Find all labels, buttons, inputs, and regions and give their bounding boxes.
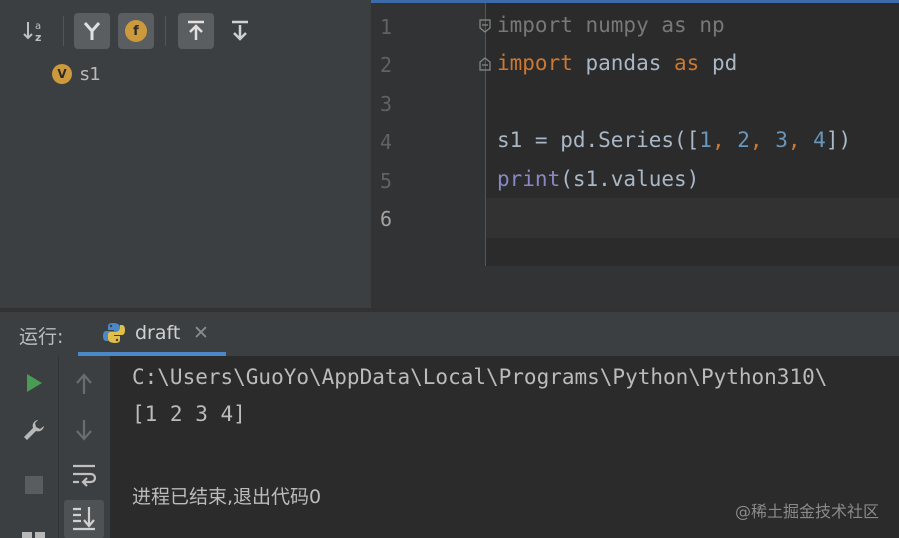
keyword: as — [661, 13, 687, 37]
toolbar-separator — [63, 16, 64, 46]
structure-item-label: s1 — [80, 63, 101, 85]
console-line: 进程已结束,退出代码0 — [132, 486, 322, 508]
sort-alphabetically-icon[interactable]: a z — [17, 13, 53, 49]
number-literal: 4 — [813, 128, 826, 152]
expand-all-button[interactable] — [178, 13, 214, 49]
arrow-up-icon[interactable] — [73, 372, 95, 396]
run-panel-title: 运行: — [19, 326, 64, 348]
close-icon[interactable]: ✕ — [193, 322, 209, 344]
code-text: (s1.values) — [560, 167, 700, 191]
show-inherited-button[interactable] — [74, 13, 110, 49]
comma: , — [749, 128, 776, 152]
comma: , — [787, 128, 814, 152]
line-number-current: 6 — [380, 207, 393, 231]
arrow-down-icon[interactable] — [73, 418, 95, 442]
keyword: import — [497, 51, 573, 75]
current-line-highlight — [486, 198, 899, 238]
code-text: s1 = pd.Series([ — [497, 128, 700, 152]
collapse-all-button[interactable] — [222, 13, 258, 49]
fold-start-icon[interactable] — [479, 19, 491, 33]
soft-wrap-icon[interactable] — [71, 462, 97, 488]
variable-badge-icon: V — [52, 64, 72, 84]
toolbar-separator — [165, 16, 166, 46]
alias-name: np — [686, 13, 725, 37]
code-line-1: import numpy as np — [497, 13, 725, 37]
structure-item-s1[interactable]: V s1 — [52, 62, 101, 86]
module-name: numpy — [572, 13, 662, 37]
structure-toolbar: a z f — [0, 0, 371, 60]
branch-icon — [83, 22, 101, 40]
expand-all-icon — [188, 20, 204, 40]
keyword: import — [497, 13, 573, 37]
code-text: ]) — [825, 128, 852, 152]
run-tab-label: draft — [135, 322, 181, 344]
line-number: 1 — [380, 15, 393, 39]
console-line: C:\Users\GuoYo\AppData\Local\Programs\Py… — [132, 365, 828, 389]
line-number: 2 — [380, 53, 393, 77]
code-line-5: print(s1.values) — [497, 167, 699, 191]
layout-icon[interactable] — [22, 530, 46, 538]
stop-icon[interactable] — [24, 475, 44, 495]
line-number: 4 — [380, 130, 393, 154]
code-line-4: s1 = pd.Series([1, 2, 3, 4]) — [497, 128, 851, 152]
show-fields-button[interactable]: f — [118, 13, 154, 49]
fold-end-icon[interactable] — [479, 57, 491, 71]
collapse-all-icon — [232, 20, 248, 41]
scroll-to-end-icon — [73, 507, 95, 531]
console-line: [1 2 3 4] — [132, 402, 246, 426]
python-icon — [103, 323, 125, 343]
editor-bottom-area — [371, 266, 899, 308]
builtin-function: print — [497, 167, 561, 191]
line-number: 3 — [380, 92, 393, 116]
number-literal: 2 — [737, 128, 750, 152]
module-name: pandas — [572, 51, 675, 75]
code-line-2: import pandas as pd — [497, 51, 737, 75]
alias-name: pd — [699, 51, 738, 75]
watermark: @稀土掘金技术社区 — [734, 502, 879, 521]
field-badge-icon: f — [125, 20, 147, 42]
line-number: 5 — [380, 169, 393, 193]
gutter-divider — [485, 3, 486, 266]
comma: , — [711, 128, 738, 152]
run-icon[interactable] — [23, 372, 45, 394]
svg-text:z: z — [35, 31, 41, 44]
number-literal: 3 — [775, 128, 788, 152]
wrench-icon[interactable] — [21, 417, 47, 443]
number-literal: 1 — [699, 128, 712, 152]
keyword: as — [674, 51, 700, 75]
